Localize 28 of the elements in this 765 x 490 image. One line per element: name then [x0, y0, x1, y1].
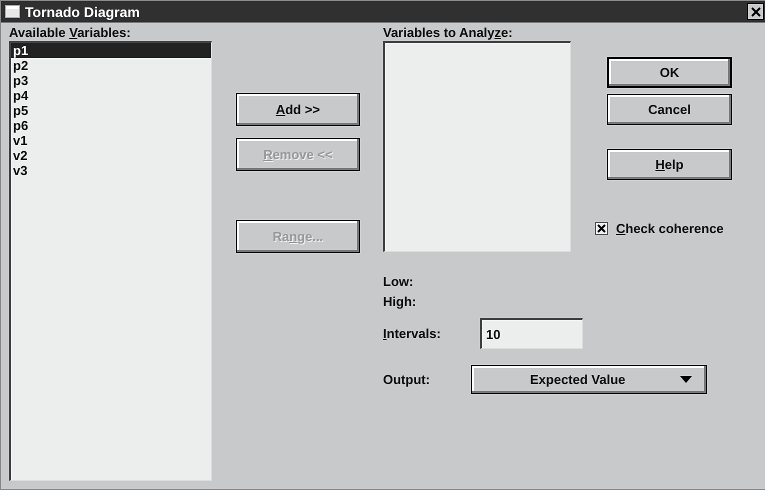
high-label: High: [383, 294, 418, 309]
help-button[interactable]: Help [607, 149, 732, 180]
dropdown-arrow-icon [680, 376, 692, 383]
variable-item[interactable]: p2 [11, 58, 211, 73]
check-coherence-checkbox[interactable] [595, 222, 608, 235]
intervals-field[interactable]: 10 [480, 318, 583, 349]
variable-item[interactable]: p1 [11, 43, 211, 58]
cancel-button[interactable]: Cancel [607, 94, 732, 125]
add-button[interactable]: Add >> [236, 93, 360, 126]
close-icon [750, 6, 762, 18]
ok-button[interactable]: OK [607, 57, 732, 88]
available-variables-label: Available Variables: [9, 25, 132, 40]
window-title: Tornado Diagram [25, 4, 141, 20]
variable-item[interactable]: p6 [11, 118, 211, 133]
variable-item[interactable]: v2 [11, 148, 211, 163]
variable-item[interactable]: p5 [11, 103, 211, 118]
close-button[interactable] [747, 3, 764, 20]
intervals-label: Intervals: [383, 326, 442, 341]
variable-item[interactable]: v1 [11, 133, 211, 148]
check-coherence-label: Check coherence [616, 221, 724, 236]
output-label: Output: [383, 372, 431, 387]
output-dropdown[interactable]: Expected Value [471, 365, 707, 394]
variable-item[interactable]: p4 [11, 88, 211, 103]
variable-item[interactable]: v3 [11, 163, 211, 178]
available-variables-list[interactable]: p1 p2 p3 p4 p5 p6 v1 v2 v3 [9, 41, 212, 481]
variables-to-analyze-label: Variables to Analyze: [383, 25, 514, 40]
variable-item[interactable]: p3 [11, 73, 211, 88]
low-label: Low: [383, 274, 414, 289]
